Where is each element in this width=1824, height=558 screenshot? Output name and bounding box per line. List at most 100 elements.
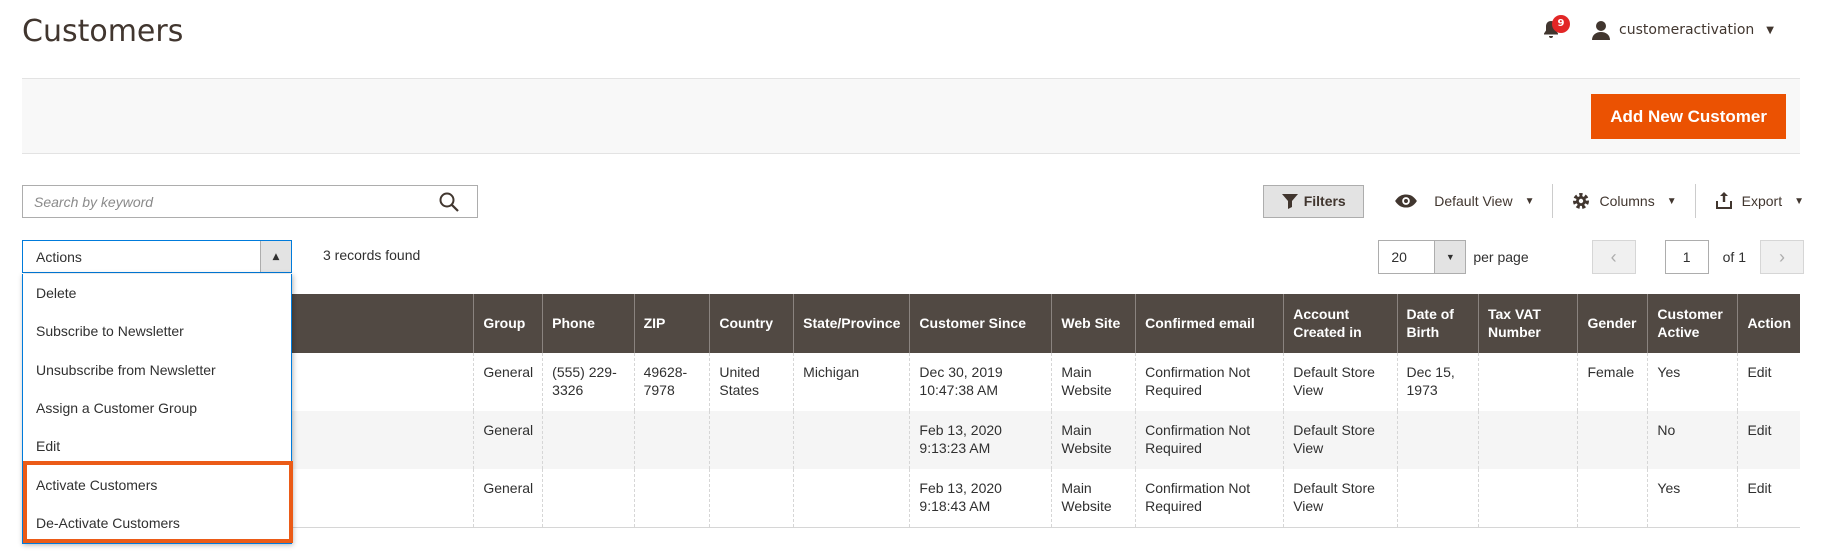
cell-group: General xyxy=(473,353,543,411)
search-box xyxy=(22,185,478,218)
chevron-left-icon: ‹ xyxy=(1610,246,1617,267)
chevron-up-icon[interactable]: ▲ xyxy=(260,241,291,272)
menu-item-assign-group[interactable]: Assign a Customer Group xyxy=(23,389,291,427)
cell-confirmed-email: Confirmation Not Required xyxy=(1135,353,1284,411)
cell-date-of-birth xyxy=(1396,469,1479,528)
cell-account-created-in: Default Store View xyxy=(1283,411,1398,469)
menu-item-edit[interactable]: Edit xyxy=(23,427,291,465)
page-title: Customers xyxy=(22,14,184,49)
eye-icon xyxy=(1395,194,1418,208)
export-control[interactable]: Export ▼ xyxy=(1694,184,1804,218)
pager: 20 ▼ per page ‹ 1 of 1 › xyxy=(1378,240,1804,274)
cell-website: Main Website xyxy=(1051,469,1136,528)
page-number-input[interactable]: 1 xyxy=(1664,240,1709,274)
column-header-zip[interactable]: ZIP xyxy=(633,294,710,353)
cell-state: Michigan xyxy=(793,353,910,411)
cell-customer-since: Feb 13, 2020 9:18:43 AM xyxy=(909,469,1052,528)
cell-date-of-birth xyxy=(1396,411,1479,469)
cell-confirmed-email: Confirmation Not Required xyxy=(1135,469,1284,528)
menu-item-activate-customers[interactable]: Activate Customers xyxy=(23,465,291,503)
column-header-confirmed-email[interactable]: Confirmed email xyxy=(1135,294,1284,353)
column-header-customer-since[interactable]: Customer Since xyxy=(909,294,1052,353)
cell-zip xyxy=(633,469,710,528)
page-total: of 1 xyxy=(1722,249,1746,265)
menu-item-unsubscribe-newsletter[interactable]: Unsubscribe from Newsletter xyxy=(23,351,291,389)
previous-page-button[interactable]: ‹ xyxy=(1591,240,1636,274)
grid-tools: Filters Default View ▼ Columns ▼ Export … xyxy=(1263,184,1804,218)
cell-customer-since: Dec 30, 2019 10:47:38 AM xyxy=(909,353,1052,411)
column-header-state[interactable]: State/Province xyxy=(793,294,910,353)
cell-zip xyxy=(633,411,710,469)
chevron-down-icon: ▼ xyxy=(1524,195,1535,207)
cell-group: General xyxy=(473,469,543,528)
chevron-down-icon: ▼ xyxy=(1666,195,1677,207)
cell-customer-since: Feb 13, 2020 9:13:23 AM xyxy=(909,411,1052,469)
column-header-customer-active[interactable]: Customer Active xyxy=(1647,294,1738,353)
edit-link[interactable]: Edit xyxy=(1737,411,1800,469)
gear-icon xyxy=(1573,193,1590,209)
cell-group: General xyxy=(473,411,543,469)
menu-item-delete[interactable]: Delete xyxy=(23,274,291,312)
cell-phone xyxy=(542,469,635,528)
notifications-badge: 9 xyxy=(1552,15,1571,33)
chevron-down-icon[interactable]: ▼ xyxy=(1434,241,1466,273)
cell-website: Main Website xyxy=(1051,353,1136,411)
edit-link[interactable]: Edit xyxy=(1737,469,1800,528)
menu-item-deactivate-customers[interactable]: De-Activate Customers xyxy=(23,504,291,542)
chevron-right-icon: › xyxy=(1779,246,1785,267)
mass-actions-menu: Delete Subscribe to Newsletter Unsubscri… xyxy=(22,274,293,544)
cell-tax-vat xyxy=(1477,353,1578,411)
per-page-value: 20 xyxy=(1391,249,1407,265)
chevron-down-icon: ▼ xyxy=(1794,195,1804,207)
columns-control[interactable]: Columns ▼ xyxy=(1552,184,1694,218)
column-header-account-created-in[interactable]: Account Created in xyxy=(1283,294,1398,353)
cell-confirmed-email: Confirmation Not Required xyxy=(1135,411,1284,469)
username: customeractivation xyxy=(1619,22,1755,38)
export-label: Export xyxy=(1741,193,1783,209)
mass-actions-label: Actions xyxy=(36,248,82,265)
cell-customer-active: Yes xyxy=(1647,353,1738,411)
menu-item-subscribe-newsletter[interactable]: Subscribe to Newsletter xyxy=(23,312,291,350)
filters-button[interactable]: Filters xyxy=(1263,184,1365,218)
add-new-customer-button[interactable]: Add New Customer xyxy=(1591,94,1786,139)
cell-customer-active: No xyxy=(1647,411,1738,469)
cell-account-created-in: Default Store View xyxy=(1283,469,1398,528)
column-header-action: Action xyxy=(1737,294,1800,353)
search-icon[interactable] xyxy=(439,192,459,212)
cell-zip: 49628-7978 xyxy=(633,353,710,411)
cell-website: Main Website xyxy=(1051,411,1136,469)
edit-link[interactable]: Edit xyxy=(1737,353,1800,411)
cell-gender: Female xyxy=(1577,353,1648,411)
cell-gender xyxy=(1577,469,1648,528)
per-page-select[interactable]: 20 ▼ xyxy=(1378,240,1467,274)
filter-icon xyxy=(1281,194,1298,209)
cell-account-created-in: Default Store View xyxy=(1283,353,1398,411)
cell-country: United States xyxy=(709,353,794,411)
cell-country xyxy=(709,411,794,469)
next-page-button[interactable]: › xyxy=(1760,240,1804,274)
cell-customer-active: Yes xyxy=(1647,469,1738,528)
notifications-button[interactable]: 9 xyxy=(1539,15,1571,42)
mass-actions-select[interactable]: Actions ▲ xyxy=(22,240,292,273)
user-menu[interactable]: customeractivation ▼ xyxy=(1591,20,1774,40)
search-input[interactable] xyxy=(23,186,423,217)
column-header-gender[interactable]: Gender xyxy=(1577,294,1648,353)
column-header-website[interactable]: Web Site xyxy=(1051,294,1136,353)
page-actions-bar: Add New Customer xyxy=(22,78,1800,154)
column-header-country[interactable]: Country xyxy=(709,294,794,353)
columns-label: Columns xyxy=(1599,193,1655,209)
cell-date-of-birth: Dec 15, 1973 xyxy=(1396,353,1479,411)
column-header-tax-vat[interactable]: Tax VAT Number xyxy=(1477,294,1578,353)
chevron-down-icon: ▼ xyxy=(1766,24,1774,36)
cell-state xyxy=(793,411,910,469)
cell-tax-vat xyxy=(1477,411,1578,469)
column-header-group[interactable]: Group xyxy=(473,294,543,353)
view-label: Default View xyxy=(1434,193,1513,209)
cell-phone: (555) 229-3326 xyxy=(542,353,635,411)
cell-tax-vat xyxy=(1477,469,1578,528)
export-icon xyxy=(1715,192,1732,209)
view-switcher[interactable]: Default View ▼ xyxy=(1376,184,1552,218)
column-header-date-of-birth[interactable]: Date of Birth xyxy=(1396,294,1479,353)
cell-phone xyxy=(542,411,635,469)
column-header-phone[interactable]: Phone xyxy=(542,294,635,353)
